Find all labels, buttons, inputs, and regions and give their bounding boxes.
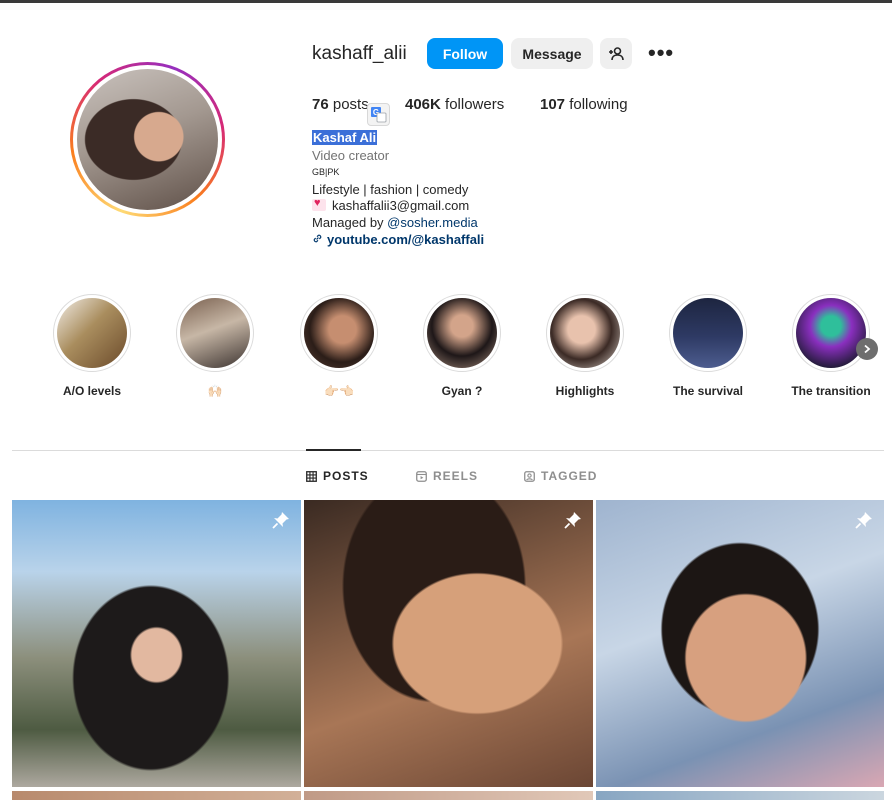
profile-region: GB|PK [312,167,340,177]
highlight-item[interactable]: 🙌🏻 [176,294,254,398]
highlight-item[interactable]: The transition [791,294,871,398]
pin-icon [272,512,289,529]
managed-by-link[interactable]: @sosher.media [387,215,478,230]
tabs-divider [12,450,884,451]
highlight-cover [673,298,743,368]
following-count[interactable]: 107 following [540,96,628,113]
highlight-label: A/O levels [62,384,122,398]
tab-reels[interactable]: REELS [416,469,478,483]
followers-count[interactable]: 406K followers [405,96,504,113]
posts-count: 76 posts [312,96,369,113]
avatar-photo [77,69,218,210]
highlight-cover [180,298,250,368]
translate-icon[interactable]: G [367,103,390,126]
highlight-item[interactable]: Gyan ? [423,294,501,398]
highlights-next-button[interactable] [856,338,878,360]
highlight-item[interactable]: Highlights [546,294,624,398]
post-thumbnail[interactable] [596,500,884,787]
highlight-label: The survival [672,384,744,398]
highlight-cover [304,298,374,368]
pin-icon [564,512,581,529]
profile-username: kashaff_alii [312,43,407,64]
link-icon [313,234,322,243]
active-tab-indicator [306,449,361,451]
chevron-right-icon [864,344,871,354]
follow-button[interactable]: Follow [427,38,503,69]
message-button[interactable]: Message [511,38,593,69]
highlight-item[interactable]: 👉🏻👈🏻 [300,294,378,398]
post-thumbnail[interactable] [596,791,884,800]
post-thumbnail[interactable] [12,791,301,800]
highlight-cover [550,298,620,368]
reels-icon [416,470,427,482]
tab-tagged[interactable]: TAGGED [524,469,597,483]
profile-category: Video creator [312,148,390,163]
pin-icon [855,512,872,529]
bio-managed-by: Managed by @sosher.media [312,215,478,230]
highlight-label: Highlights [555,384,615,398]
window-top-border [0,0,892,3]
highlight-item[interactable]: The survival [669,294,747,398]
post-thumbnail[interactable] [304,791,593,800]
highlight-item[interactable]: A/O levels [53,294,131,398]
highlight-label: 👉🏻👈🏻 [324,384,354,398]
more-options-icon[interactable]: ••• [648,42,674,64]
bio-external-link[interactable]: youtube.com/@kashaffali [312,232,484,247]
post-thumbnail[interactable] [304,500,593,787]
tab-posts[interactable]: POSTS [306,469,369,483]
highlight-cover [427,298,497,368]
tagged-icon [524,470,535,482]
bio-line: Lifestyle | fashion | comedy [312,182,469,197]
highlight-label: 🙌🏻 [207,384,223,398]
add-user-icon [609,46,624,60]
highlight-cover [796,298,866,368]
grid-icon [306,470,317,482]
highlight-cover [57,298,127,368]
suggested-accounts-button[interactable] [600,38,632,69]
profile-avatar[interactable] [70,62,225,217]
bio-email: kashaffalii3@gmail.com [312,197,469,213]
profile-full-name: Kashaf Ali [312,130,378,145]
highlight-label: Gyan ? [441,384,483,398]
highlight-label: The transition [791,384,871,398]
heart-icon [312,197,326,211]
post-thumbnail[interactable] [12,500,301,787]
